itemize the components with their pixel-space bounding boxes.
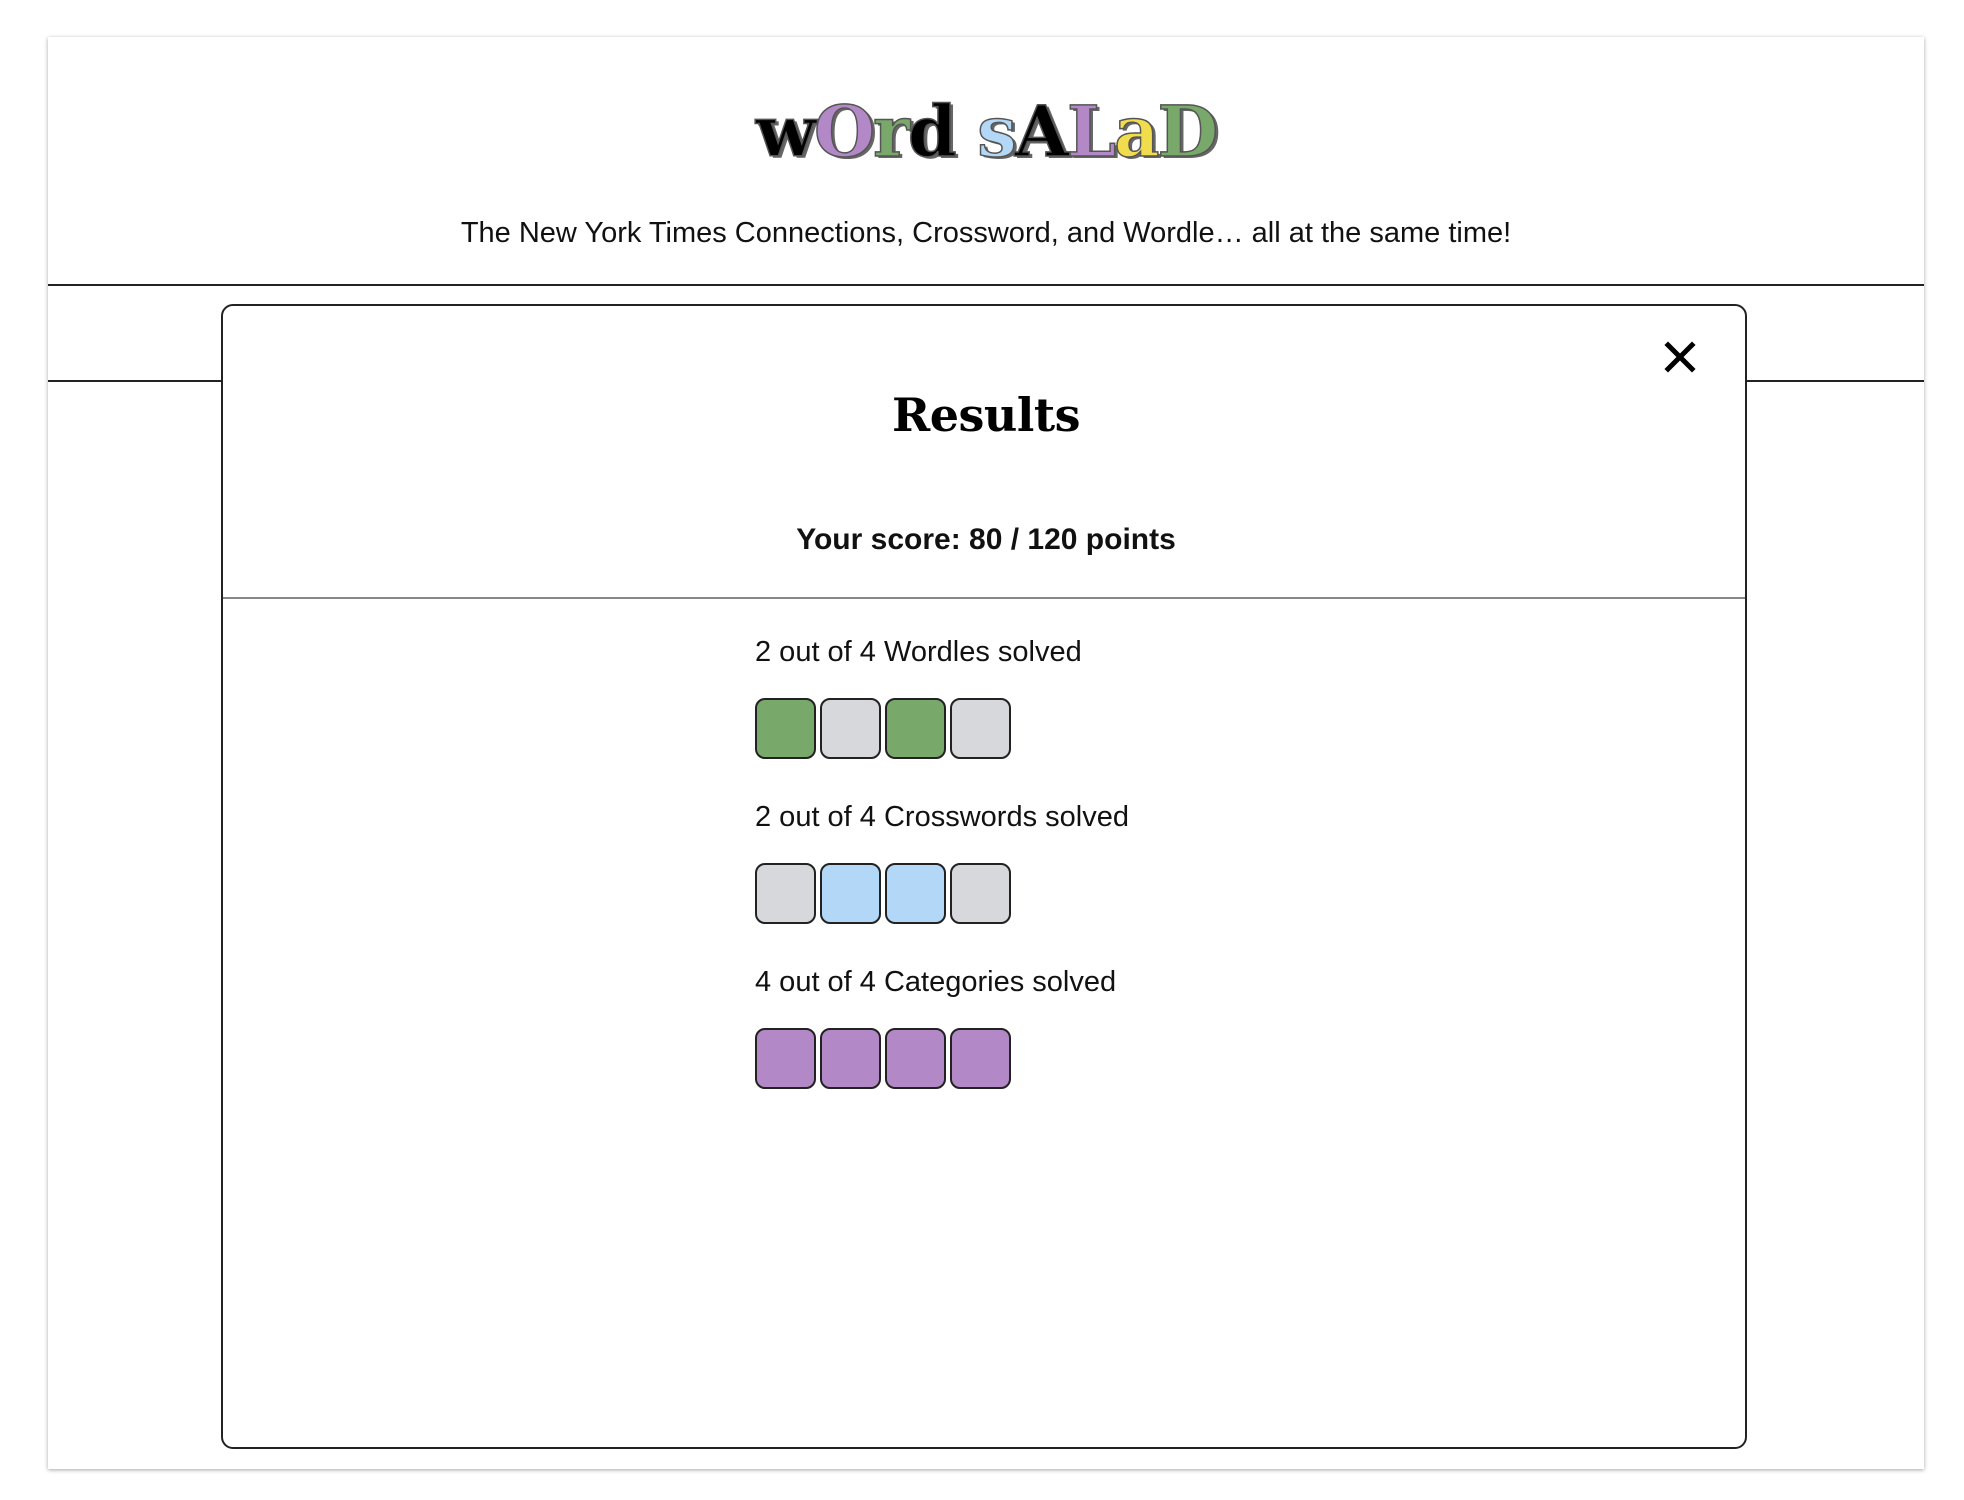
categories-result: 4 out of 4 Categories solved	[755, 968, 1116, 1089]
page-frame: wOrd sALaD The New York Times Connection…	[48, 37, 1924, 1469]
result-tile	[950, 698, 1011, 759]
results-modal: Results Your score: 80 / 120 points 2 ou…	[221, 304, 1747, 1449]
logo-letter: s	[976, 90, 1017, 173]
crosswords-result: 2 out of 4 Crosswords solved	[755, 803, 1129, 924]
result-tile	[885, 698, 946, 759]
wordles-tiles	[755, 698, 1082, 759]
result-tile	[950, 863, 1011, 924]
result-tile	[885, 1028, 946, 1089]
result-tile	[755, 863, 816, 924]
result-tile	[820, 698, 881, 759]
logo-letter	[955, 90, 977, 173]
crosswords-tiles	[755, 863, 1129, 924]
result-tile	[820, 1028, 881, 1089]
logo-letter: A	[1014, 90, 1070, 173]
categories-tiles	[755, 1028, 1116, 1089]
result-tile	[755, 1028, 816, 1089]
result-tile	[950, 1028, 1011, 1089]
result-tile	[820, 863, 881, 924]
categories-result-label: 4 out of 4 Categories solved	[755, 966, 1117, 998]
word-salad-logo: wOrd sALaD	[48, 96, 1924, 168]
crosswords-result-label: 2 out of 4 Crosswords solved	[755, 801, 1129, 833]
logo-letter: r	[872, 90, 910, 173]
result-tile	[885, 863, 946, 924]
wordles-result-label: 2 out of 4 Wordles solved	[755, 636, 1082, 668]
score-text: Your score: 80 / 120 points	[796, 523, 1176, 556]
modal-title: Results	[892, 388, 1080, 442]
close-icon	[1664, 341, 1696, 373]
logo-letter: D	[1157, 90, 1219, 173]
logo-letter: O	[813, 90, 875, 173]
wordles-result: 2 out of 4 Wordles solved	[755, 638, 1082, 759]
close-button[interactable]	[1659, 336, 1701, 378]
logo-letter: d	[907, 90, 957, 173]
logo-letter: L	[1066, 90, 1117, 173]
result-tile	[755, 698, 816, 759]
modal-divider	[223, 597, 1745, 599]
tagline: The New York Times Connections, Crosswor…	[460, 217, 1512, 249]
site-header: wOrd sALaD The New York Times Connection…	[48, 37, 1924, 286]
logo-letter: w	[755, 90, 817, 173]
logo-letter: a	[1113, 90, 1160, 173]
